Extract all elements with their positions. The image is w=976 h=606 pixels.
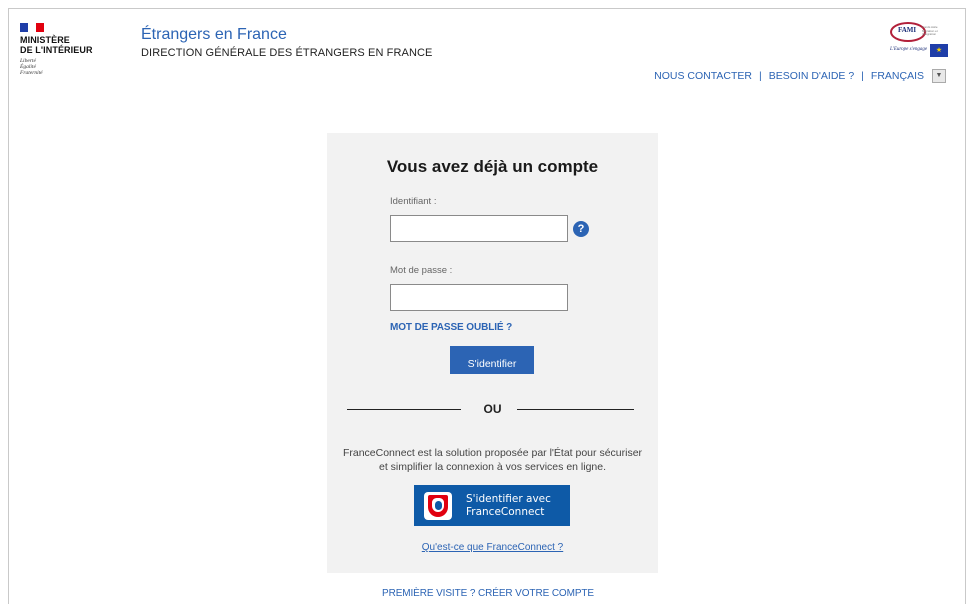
french-flag-icon bbox=[20, 23, 44, 32]
ministry-logo: MINISTÈRE DE L'INTÉRIEUR Liberté Égalité… bbox=[20, 23, 100, 76]
franceconnect-logo-icon bbox=[424, 491, 452, 520]
chevron-down-icon[interactable]: ▼ bbox=[932, 69, 946, 83]
site-title[interactable]: Étrangers en France bbox=[141, 26, 287, 44]
login-title: Vous avez déjà un compte bbox=[386, 157, 599, 176]
top-navigation: NOUS CONTACTER | BESOIN D'AIDE ? | FRANÇ… bbox=[654, 69, 946, 83]
contact-link[interactable]: NOUS CONTACTER bbox=[654, 70, 752, 82]
nav-separator: | bbox=[861, 70, 864, 82]
ministry-name-line2: DE L'INTÉRIEUR bbox=[20, 44, 93, 55]
login-panel: Vous avez déjà un compte Identifiant : ?… bbox=[327, 133, 658, 573]
username-label: Identifiant : bbox=[390, 196, 437, 207]
language-selector-label[interactable]: FRANÇAIS bbox=[871, 70, 924, 82]
fami-logo: FAMI Fonds Asile Migration et Intégratio… bbox=[888, 20, 950, 60]
nav-separator: | bbox=[758, 70, 762, 82]
eu-flag-icon: ★ bbox=[930, 44, 948, 57]
password-input[interactable] bbox=[390, 284, 568, 311]
help-link[interactable]: BESOIN D'AIDE ? bbox=[769, 70, 854, 82]
franceconnect-description: FranceConnect est la solution proposée p… bbox=[332, 446, 653, 474]
franceconnect-description-line1: FranceConnect est la solution proposée p… bbox=[342, 447, 643, 459]
franceconnect-button-line1: S'identifier avec bbox=[466, 493, 551, 505]
franceconnect-button[interactable]: S'identifier avec FranceConnect bbox=[414, 485, 570, 526]
password-label: Mot de passe : bbox=[390, 265, 453, 276]
fami-slogan: L'Europe s'engage bbox=[890, 47, 928, 52]
create-account-link[interactable]: PREMIÈRE VISITE ? CRÉER VOTRE COMPTE bbox=[0, 588, 976, 599]
franceconnect-description-line2: et simplifier la connexion à vos service… bbox=[378, 461, 607, 473]
fami-name: FAMI bbox=[898, 26, 917, 34]
question-circle-icon[interactable]: ? bbox=[573, 221, 589, 237]
fami-fine-print: Fonds Asile Migration et Intégration bbox=[922, 25, 938, 36]
site-subtitle: DIRECTION GÉNÉRALE DES ÉTRANGERS EN FRAN… bbox=[141, 47, 433, 59]
divider-right bbox=[517, 409, 634, 410]
franceconnect-button-line2: FranceConnect bbox=[466, 505, 545, 518]
franceconnect-info-link[interactable]: Qu'est-ce que FranceConnect ? bbox=[327, 542, 658, 553]
username-input[interactable] bbox=[390, 215, 568, 242]
forgot-password-link[interactable]: MOT DE PASSE OUBLIÉ ? bbox=[390, 322, 512, 333]
franceconnect-button-text: S'identifier avec FranceConnect bbox=[466, 493, 551, 518]
ministry-motto: Liberté Égalité Fraternité bbox=[20, 58, 100, 76]
motto-fraternite: Fraternité bbox=[20, 70, 43, 76]
login-button[interactable]: S'identifier bbox=[450, 346, 534, 374]
